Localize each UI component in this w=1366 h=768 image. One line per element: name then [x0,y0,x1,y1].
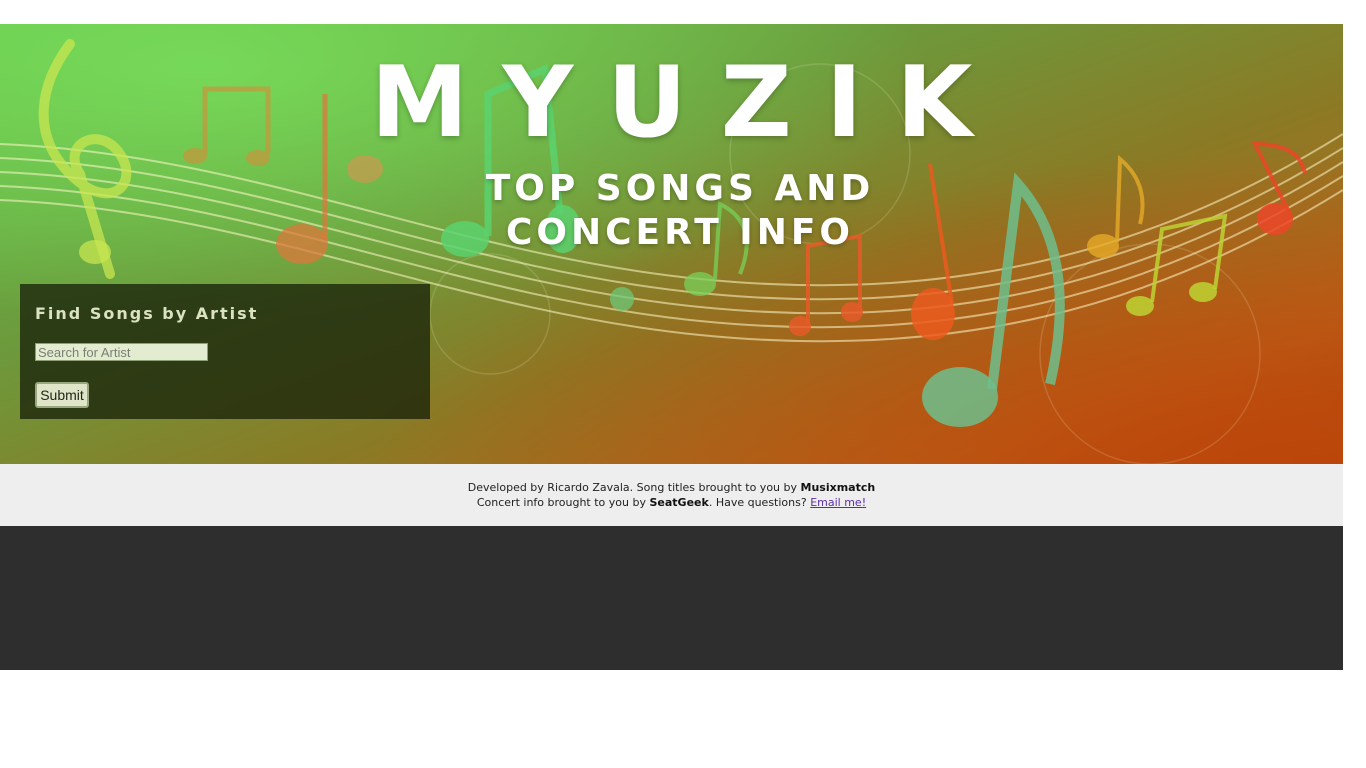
artist-search-input[interactable] [35,343,208,361]
hero-banner: MYUZIK TOP SONGS AND CONCERT INFO Find S… [0,24,1343,464]
musixmatch-credit: Musixmatch [800,481,876,494]
site-subtitle: TOP SONGS AND CONCERT INFO [485,168,875,253]
credits-concert-text: Concert info brought to you by [476,496,646,509]
submit-button[interactable]: Submit [35,382,89,408]
credits-line-1: Developed by Ricardo Zavala. Song titles… [0,480,1343,495]
footer [0,526,1343,670]
search-heading: Find Songs by Artist [35,304,259,323]
credits-line-2: Concert info brought to you by SeatGeek.… [0,495,1343,510]
credits-developer-text: Developed by Ricardo Zavala. Song titles… [467,481,798,494]
seatgeek-credit: SeatGeek [649,496,709,509]
site-title: MYUZIK [370,46,1007,160]
email-link[interactable]: Email me! [810,496,866,509]
credits-bar: Developed by Ricardo Zavala. Song titles… [0,464,1343,526]
artist-search-form: Find Songs by Artist Submit [20,284,430,419]
credits-questions-text: . Have questions? [708,496,807,509]
